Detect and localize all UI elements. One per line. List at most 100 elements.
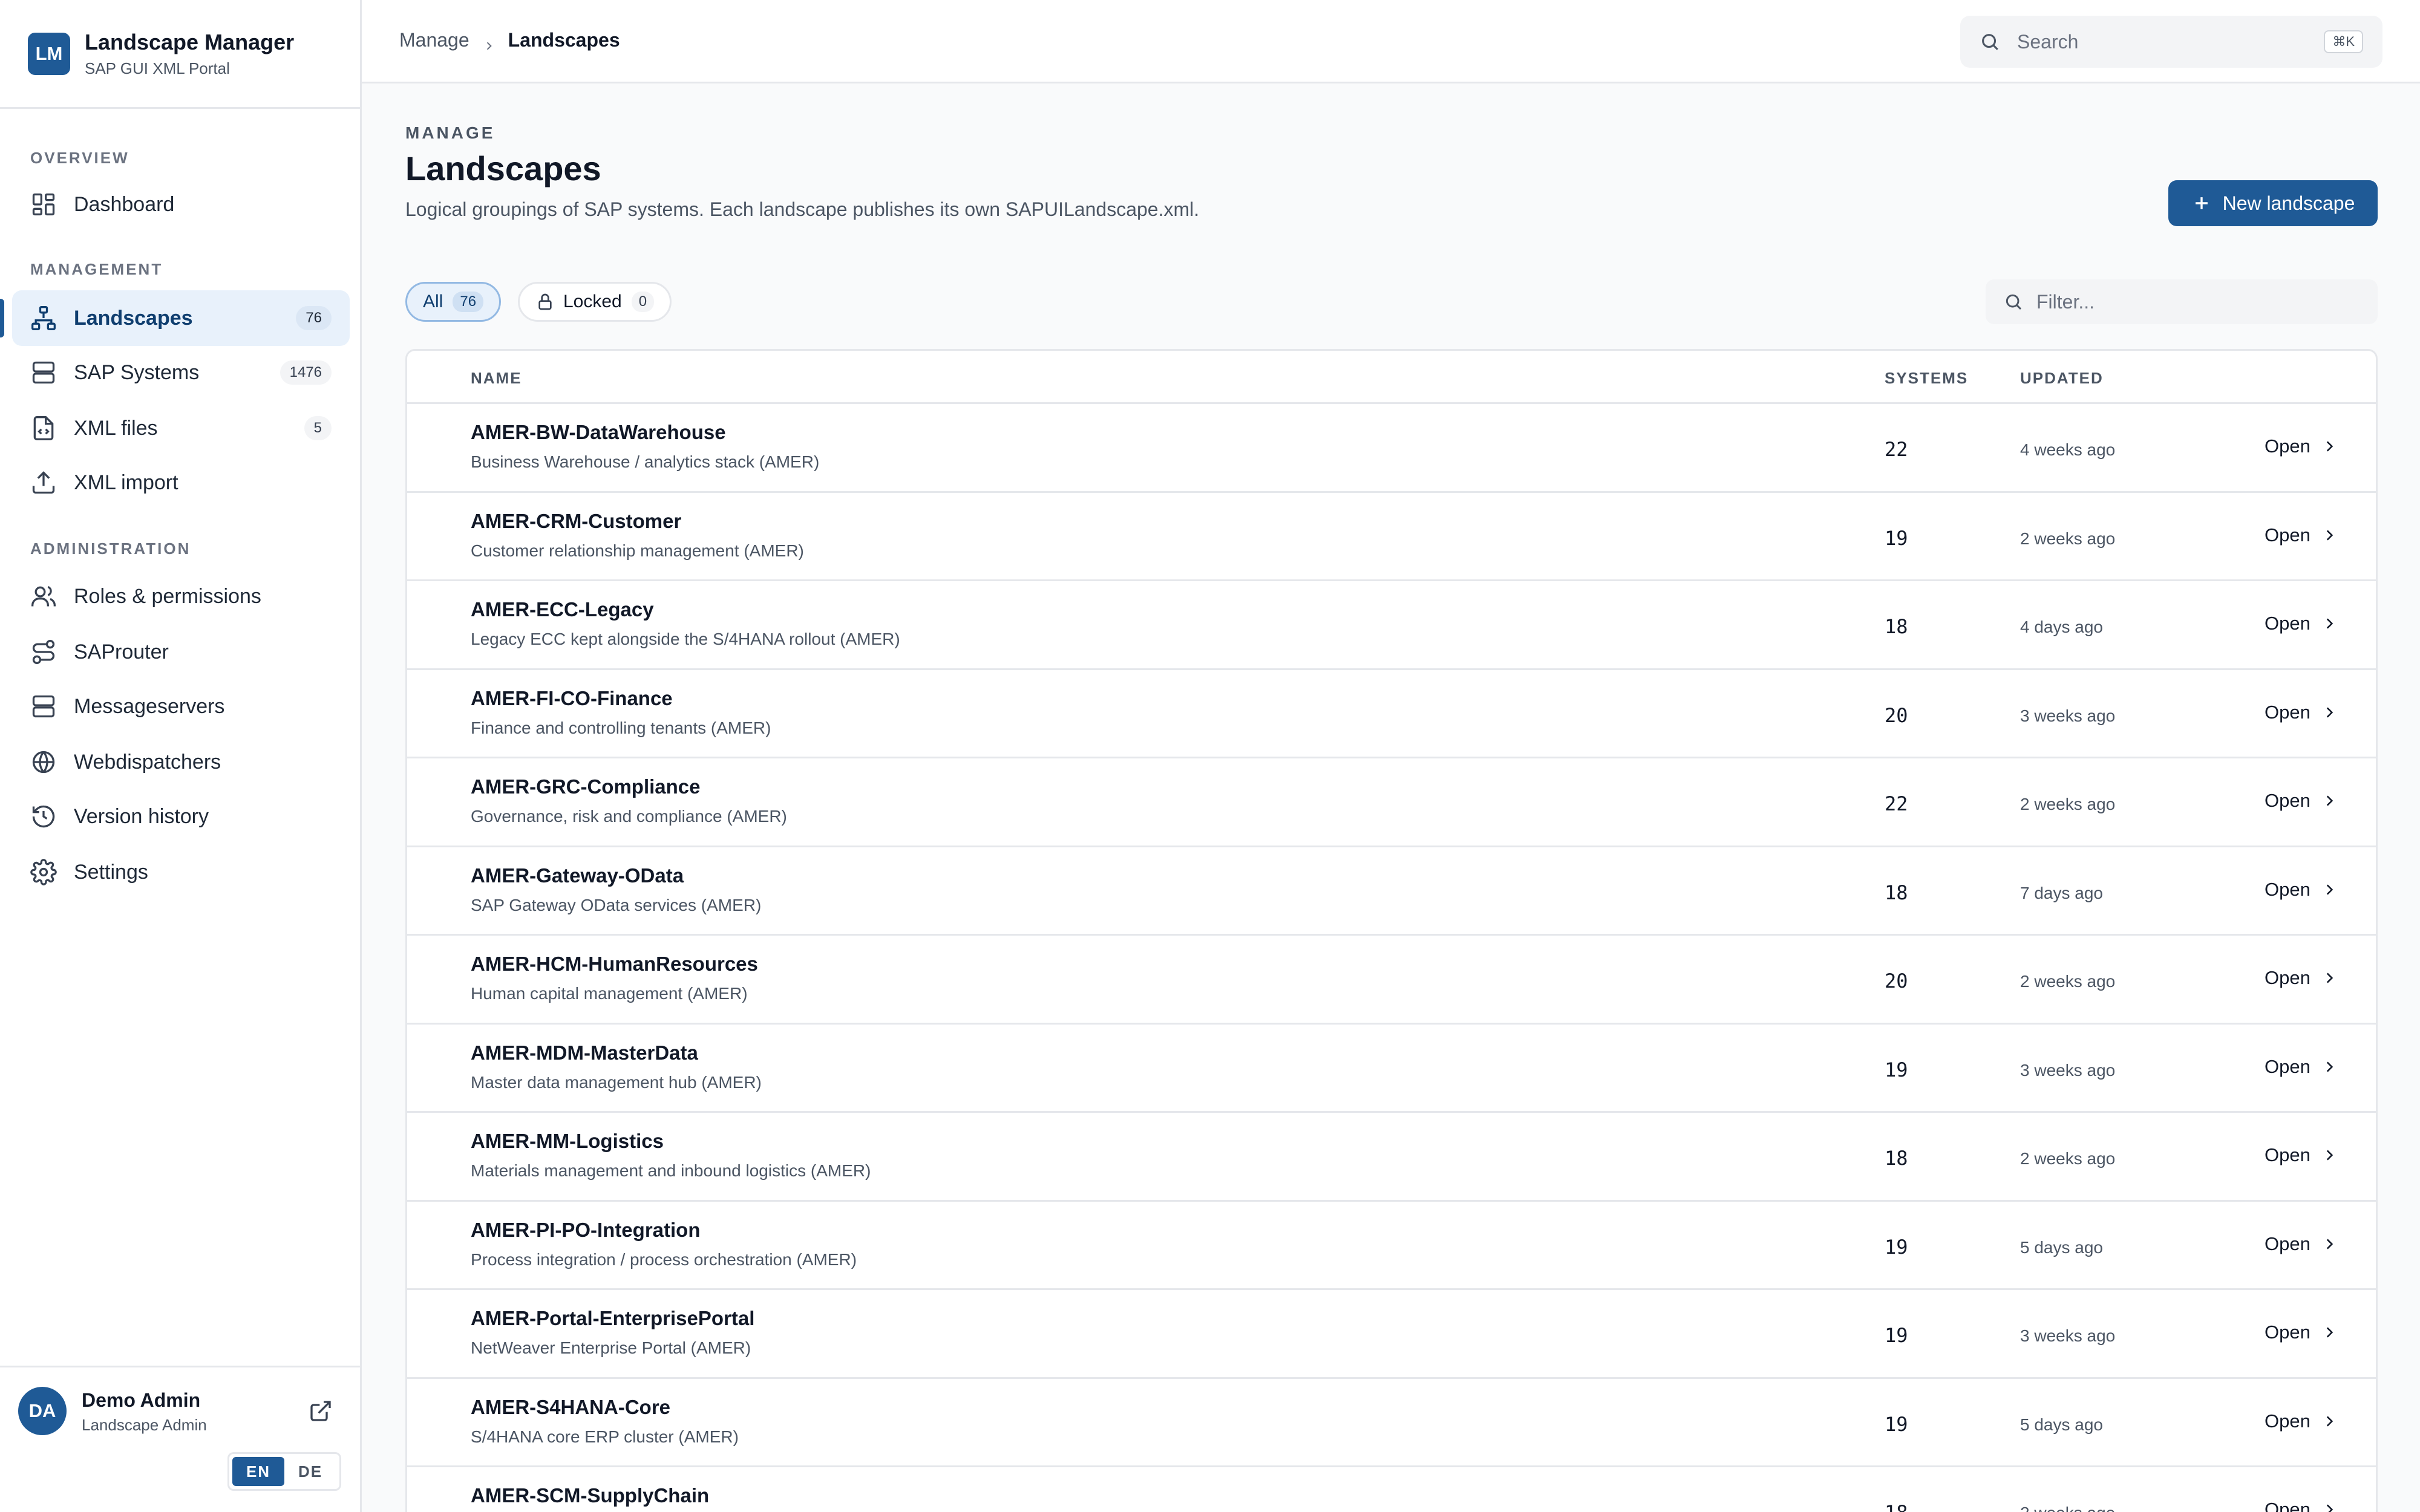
- sidebar-item-landscapes[interactable]: Landscapes 76: [0, 290, 350, 346]
- sidebar-item-xml-files[interactable]: XML files 5: [12, 400, 350, 456]
- table-row[interactable]: AMER-Portal-EnterprisePortal NetWeaver E…: [407, 1290, 2376, 1379]
- plus-icon: [2191, 193, 2212, 213]
- sidebar-item-roles-permissions[interactable]: Roles & permissions: [12, 569, 350, 624]
- landscape-name[interactable]: AMER-MDM-MasterData: [471, 1041, 698, 1064]
- updated-time: 3 weeks ago: [2020, 1060, 2116, 1080]
- open-button[interactable]: Open: [2265, 1499, 2337, 1512]
- open-button[interactable]: Open: [2265, 524, 2337, 546]
- page-title: Landscapes: [405, 149, 601, 187]
- systems-count: 18: [1885, 1147, 1908, 1170]
- chevron-right-icon: [2326, 1415, 2333, 1427]
- open-button[interactable]: Open: [2265, 790, 2337, 812]
- open-button[interactable]: Open: [2265, 435, 2337, 457]
- sidebar-item-version-history[interactable]: Version history: [12, 789, 350, 844]
- avatar[interactable]: DA: [18, 1387, 67, 1435]
- users-icon: [30, 583, 57, 610]
- landscape-description: Legacy ECC kept alongside the S/4HANA ro…: [471, 630, 900, 648]
- chevron-right-icon: [2326, 529, 2333, 541]
- new-landscape-button[interactable]: New landscape: [2168, 180, 2378, 226]
- table-row[interactable]: AMER-HCM-HumanResources Human capital ma…: [407, 936, 2376, 1025]
- sidebar-item-messageservers[interactable]: Messageservers: [12, 679, 350, 734]
- search-icon: [1980, 31, 2000, 52]
- open-button[interactable]: Open: [2265, 967, 2337, 989]
- table-row[interactable]: AMER-FI-CO-Finance Finance and controlli…: [407, 670, 2376, 758]
- landscape-name[interactable]: AMER-BW-DataWarehouse: [471, 421, 726, 444]
- page-description: Logical groupings of SAP systems. Each l…: [405, 198, 1200, 220]
- table-row[interactable]: AMER-S4HANA-Core S/4HANA core ERP cluste…: [407, 1379, 2376, 1467]
- open-button[interactable]: Open: [2265, 1321, 2337, 1343]
- systems-count: 19: [1885, 1412, 1908, 1436]
- open-label: Open: [2265, 524, 2310, 546]
- landscape-name[interactable]: AMER-ECC-Legacy: [471, 598, 654, 621]
- systems-count: 20: [1885, 969, 1908, 992]
- landscape-name[interactable]: AMER-SCM-SupplyChain: [471, 1484, 709, 1507]
- systems-count: 19: [1885, 1235, 1908, 1259]
- count-badge: 5: [304, 416, 332, 440]
- systems-count: 18: [1885, 615, 1908, 638]
- language-de-button[interactable]: DE: [284, 1457, 336, 1486]
- landscape-name[interactable]: AMER-HCM-HumanResources: [471, 953, 758, 976]
- sidebar-item-dashboard[interactable]: Dashboard: [12, 177, 350, 232]
- landscape-name[interactable]: AMER-GRC-Compliance: [471, 775, 701, 798]
- column-header-updated[interactable]: UPDATED: [2020, 369, 2104, 388]
- column-header-name[interactable]: NAME: [471, 369, 522, 388]
- global-search[interactable]: Search ⌘K: [1960, 16, 2382, 68]
- nav-section-administration: ADMINISTRATION: [30, 539, 191, 558]
- landscape-description: Materials management and inbound logisti…: [471, 1161, 871, 1180]
- landscape-name[interactable]: AMER-FI-CO-Finance: [471, 687, 673, 710]
- route-icon: [30, 639, 57, 665]
- open-label: Open: [2265, 790, 2310, 811]
- open-button[interactable]: Open: [2265, 1233, 2337, 1255]
- table-row[interactable]: AMER-ECC-Legacy Legacy ECC kept alongsid…: [407, 581, 2376, 670]
- filter-chip-all[interactable]: All 76: [405, 282, 502, 322]
- sidebar-item-saprouter[interactable]: SAProuter: [12, 624, 350, 680]
- landscape-name[interactable]: AMER-CRM-Customer: [471, 510, 681, 533]
- updated-time: 2 weeks ago: [2020, 972, 2116, 991]
- filter-input[interactable]: Filter...: [1986, 279, 2378, 324]
- column-header-systems[interactable]: SYSTEMS: [1885, 369, 1968, 388]
- landscape-name[interactable]: AMER-PI-PO-Integration: [471, 1219, 700, 1242]
- sidebar-item-sap-systems[interactable]: SAP Systems 1476: [12, 345, 350, 400]
- open-label: Open: [2265, 613, 2310, 634]
- landscape-name[interactable]: AMER-MM-Logistics: [471, 1130, 664, 1153]
- sidebar-item-xml-import[interactable]: XML import: [12, 455, 350, 510]
- open-button[interactable]: Open: [2265, 1144, 2337, 1166]
- open-button[interactable]: Open: [2265, 613, 2337, 634]
- landscape-name[interactable]: AMER-Portal-EnterprisePortal: [471, 1307, 754, 1330]
- brand[interactable]: LM Landscape Manager SAP GUI XML Portal: [0, 0, 360, 109]
- landscape-description: Master data management hub (AMER): [471, 1072, 762, 1092]
- external-link-icon[interactable]: [309, 1399, 333, 1423]
- language-en-button[interactable]: EN: [232, 1457, 284, 1486]
- open-button[interactable]: Open: [2265, 879, 2337, 901]
- chevron-right-icon: [2326, 1061, 2333, 1072]
- table-row[interactable]: AMER-BW-DataWarehouse Business Warehouse…: [407, 404, 2376, 493]
- table-row[interactable]: AMER-MDM-MasterData Master data manageme…: [407, 1025, 2376, 1113]
- updated-time: 2 weeks ago: [2020, 795, 2116, 813]
- table-row[interactable]: AMER-GRC-Compliance Governance, risk and…: [407, 758, 2376, 847]
- landscape-name[interactable]: AMER-S4HANA-Core: [471, 1396, 670, 1419]
- search-icon: [2004, 292, 2023, 311]
- sidebar-item-webdispatchers[interactable]: Webdispatchers: [12, 734, 350, 790]
- open-button[interactable]: Open: [2265, 1056, 2337, 1078]
- open-button[interactable]: Open: [2265, 1410, 2337, 1432]
- table-row[interactable]: AMER-MM-Logistics Materials management a…: [407, 1113, 2376, 1202]
- landscapes-table: NAME SYSTEMS UPDATED AMER-BW-DataWarehou…: [405, 349, 2378, 1512]
- page-eyebrow: MANAGE: [405, 123, 495, 142]
- sidebar-item-label: Webdispatchers: [74, 750, 221, 774]
- open-label: Open: [2265, 878, 2310, 900]
- table-row[interactable]: AMER-Gateway-OData SAP Gateway OData ser…: [407, 847, 2376, 936]
- updated-time: 5 days ago: [2020, 1415, 2103, 1434]
- table-row[interactable]: AMER-PI-PO-Integration Process integrati…: [407, 1202, 2376, 1290]
- filter-chip-locked[interactable]: Locked 0: [518, 282, 672, 322]
- history-icon: [30, 803, 57, 830]
- breadcrumb-manage[interactable]: Manage: [399, 29, 469, 51]
- open-label: Open: [2265, 1499, 2310, 1512]
- open-button[interactable]: Open: [2265, 702, 2337, 723]
- table-row[interactable]: AMER-SCM-SupplyChain 18 2 weeks ago Open: [407, 1467, 2376, 1512]
- xml-file-icon: [30, 415, 57, 442]
- sidebar-item-settings[interactable]: Settings: [12, 844, 350, 900]
- landscape-name[interactable]: AMER-Gateway-OData: [471, 864, 684, 887]
- sidebar-item-label: Roles & permissions: [74, 584, 261, 608]
- table-row[interactable]: AMER-CRM-Customer Customer relationship …: [407, 493, 2376, 581]
- updated-time: 2 weeks ago: [2020, 1504, 2115, 1512]
